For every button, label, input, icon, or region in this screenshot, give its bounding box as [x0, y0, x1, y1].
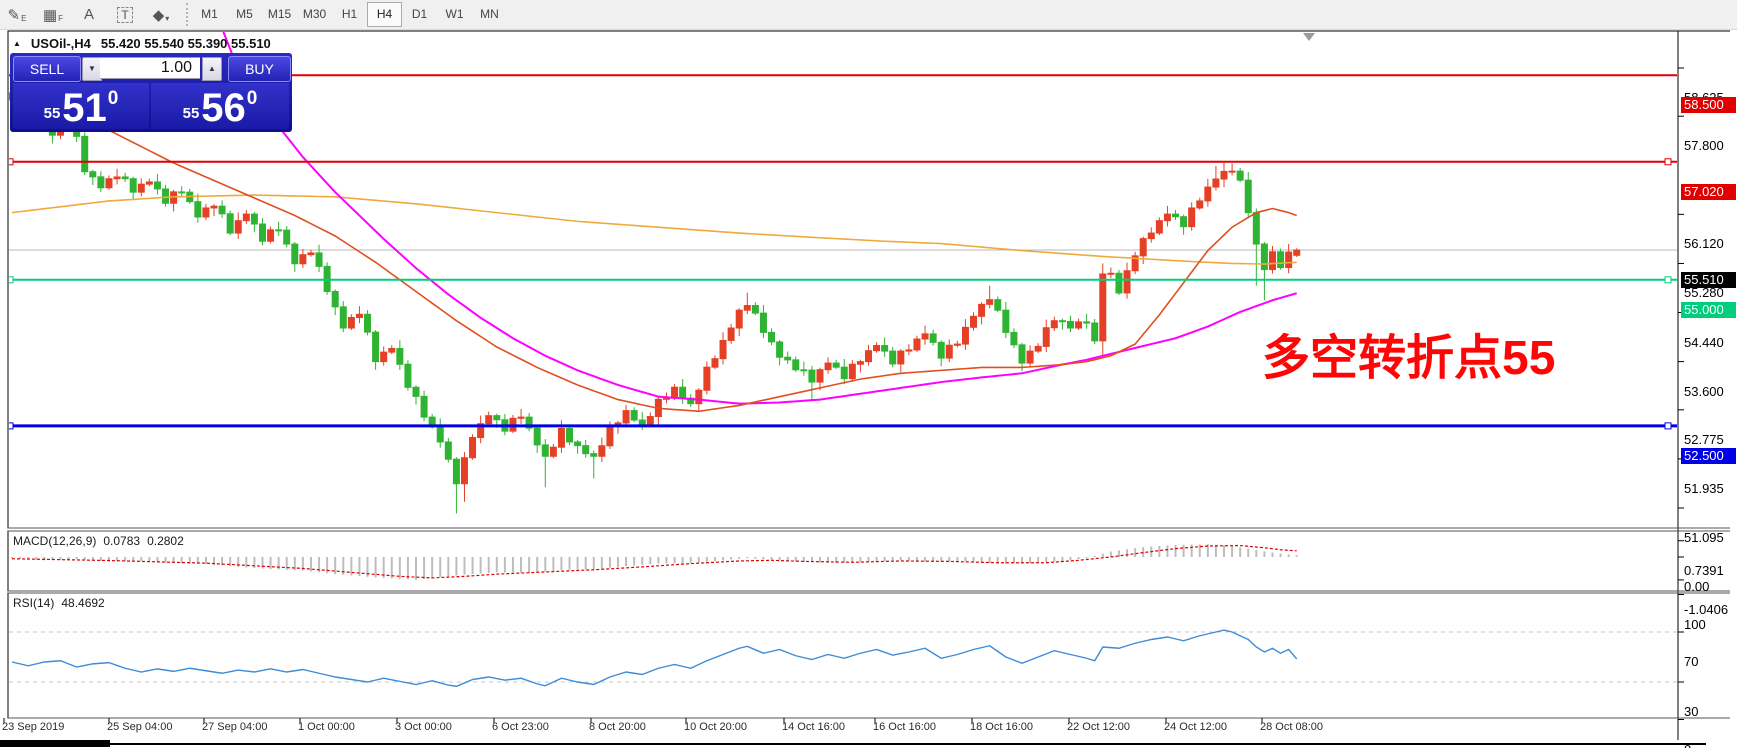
macd-panel[interactable]	[7, 530, 1679, 592]
price-badge-58.500: 58.500	[1681, 97, 1736, 114]
price-tick-label: 55.280	[1684, 285, 1724, 301]
price-tick-label: 51.935	[1684, 480, 1724, 496]
rsi-axis-label: 30	[1684, 704, 1699, 719]
grid-properties-icon[interactable]: ▦ F	[42, 4, 64, 26]
line-handle[interactable]	[1664, 158, 1672, 166]
macd-main-value: 0.0783	[103, 534, 141, 548]
ask-price-point: 0	[246, 88, 258, 109]
macd-axis-label: -1.0406	[1684, 601, 1729, 617]
price-tick-label: 54.440	[1684, 334, 1724, 350]
price-tick-label: 53.600	[1684, 383, 1724, 399]
trading-app-window: ✎ E ▦ F A T ◆ ▾ M1 M5 M15 M30 H1 H4 D1 W1 MN ▲ USOil-,H…	[0, 0, 1737, 748]
price-tick-label: 51.095	[1684, 529, 1724, 545]
rsi-value: 48.4692	[61, 596, 105, 610]
chart-title: ▲ USOil-,H4 55.420 55.540 55.390 55.510	[13, 36, 271, 51]
chart-window[interactable]: ▲ USOil-,H4 55.420 55.540 55.390 55.510 …	[0, 30, 1737, 748]
text-label-icon[interactable]: A	[78, 4, 100, 26]
time-label: 25 Sep 04:00	[107, 721, 173, 733]
expert-advisors-icon[interactable]: ✎ E	[6, 4, 28, 26]
bid-price-major: 55	[43, 105, 61, 122]
price-badge-57.020: 57.020	[1681, 183, 1736, 200]
time-label: 18 Oct 16:00	[970, 721, 1033, 733]
rsi-axis-label: 100	[1684, 616, 1706, 632]
line-handle[interactable]	[1664, 422, 1672, 430]
time-label: 10 Oct 20:00	[684, 721, 747, 733]
bid-price-point: 0	[107, 88, 119, 109]
price-tick-label: 52.775	[1684, 431, 1724, 447]
line-handle[interactable]	[1664, 276, 1672, 284]
macd-signal-value: 0.2802	[147, 534, 184, 548]
timeframe-button-h1[interactable]: H1	[332, 2, 367, 27]
chart-symbol-period: USOil-,H4	[30, 36, 91, 51]
price-tick-label: 56.120	[1684, 236, 1724, 252]
chart-ohlc-values: 55.420 55.540 55.390 55.510	[100, 36, 271, 51]
timeframe-button-m5[interactable]: M5	[227, 2, 262, 27]
price-badge-55.510: 55.510	[1681, 272, 1736, 288]
ask-price-pips: 56	[201, 86, 246, 130]
arrow-objects-icon[interactable]: ◆ ▾	[150, 4, 172, 26]
collapse-triangle-icon[interactable]: ▲	[13, 39, 21, 48]
macd-axis-label: 0.7391	[1684, 562, 1724, 578]
macd-name: MACD(12,26,9)	[13, 534, 97, 548]
time-label: 24 Oct 12:00	[1164, 721, 1227, 733]
time-label: 14 Oct 16:00	[782, 721, 845, 733]
rsi-panel[interactable]	[7, 592, 1679, 719]
volume-increase-button[interactable]: ▲	[202, 57, 222, 81]
time-label: 6 Oct 23:00	[492, 721, 549, 733]
timeframe-button-m30[interactable]: M30	[297, 2, 332, 27]
rsi-name: RSI(14)	[13, 596, 55, 610]
bid-price-button[interactable]: 55 51 0	[13, 83, 149, 129]
chart-annotation-text: 多空转折点55	[1262, 332, 1556, 385]
time-label: 28 Oct 08:00	[1260, 721, 1323, 733]
bid-price-pips: 51	[62, 86, 107, 130]
price-badge-55.000: 55.000	[1681, 301, 1736, 318]
text-box-icon[interactable]: T	[114, 4, 136, 26]
timeframe-button-mn[interactable]: MN	[472, 2, 507, 27]
rsi-axis-label: 70	[1684, 654, 1699, 669]
time-label: 8 Oct 20:00	[589, 721, 646, 733]
top-toolbar: ✎ E ▦ F A T ◆ ▾ M1 M5 M15 M30 H1 H4 D1 W1 MN	[0, 0, 1737, 30]
trade-controls-row: SELL ▼ ▲ BUY	[10, 55, 292, 82]
drawing-tools-group: ✎ E ▦ F A T ◆ ▾	[6, 0, 172, 29]
macd-axis-label: 0.00	[1684, 579, 1710, 594]
timeframe-button-w1[interactable]: W1	[437, 2, 472, 27]
price-tick-label: 57.800	[1684, 138, 1724, 154]
time-label: 23 Sep 2019	[2, 721, 65, 733]
one-click-trading-panel: SELL ▼ ▲ BUY 55 51 0 55 56 0	[10, 53, 292, 132]
sell-button[interactable]: SELL	[13, 56, 81, 82]
time-label: 22 Oct 12:00	[1067, 721, 1130, 733]
timeframe-button-h4[interactable]: H4	[367, 2, 402, 27]
bottom-scrollbar-track[interactable]	[110, 743, 1706, 745]
time-label: 1 Oct 00:00	[298, 721, 355, 733]
time-label: 16 Oct 16:00	[873, 721, 936, 733]
chart-scroll-marker	[1303, 33, 1315, 41]
time-label: 3 Oct 00:00	[395, 721, 452, 733]
macd-indicator-label: MACD(12,26,9) 0.0783 0.2802	[13, 534, 184, 548]
ask-price-button[interactable]: 55 56 0	[151, 83, 289, 129]
buy-button[interactable]: BUY	[228, 56, 291, 82]
toolbar-separator	[186, 3, 188, 26]
price-badge-52.500: 52.500	[1681, 447, 1736, 464]
bottom-scrollbar-thumb[interactable]	[0, 740, 110, 747]
chart-canvas[interactable]	[0, 30, 1737, 748]
timeframe-button-d1[interactable]: D1	[402, 2, 437, 27]
rsi-indicator-label: RSI(14) 48.4692	[13, 596, 105, 610]
volume-decrease-button[interactable]: ▼	[82, 57, 102, 81]
timeframe-button-m15[interactable]: M15	[262, 2, 297, 27]
timeframe-button-m1[interactable]: M1	[192, 2, 227, 27]
volume-input[interactable]	[100, 57, 200, 79]
timeframe-buttons-group: M1 M5 M15 M30 H1 H4 D1 W1 MN	[192, 0, 507, 29]
ask-price-major: 55	[182, 105, 200, 122]
time-label: 27 Sep 04:00	[202, 721, 268, 733]
